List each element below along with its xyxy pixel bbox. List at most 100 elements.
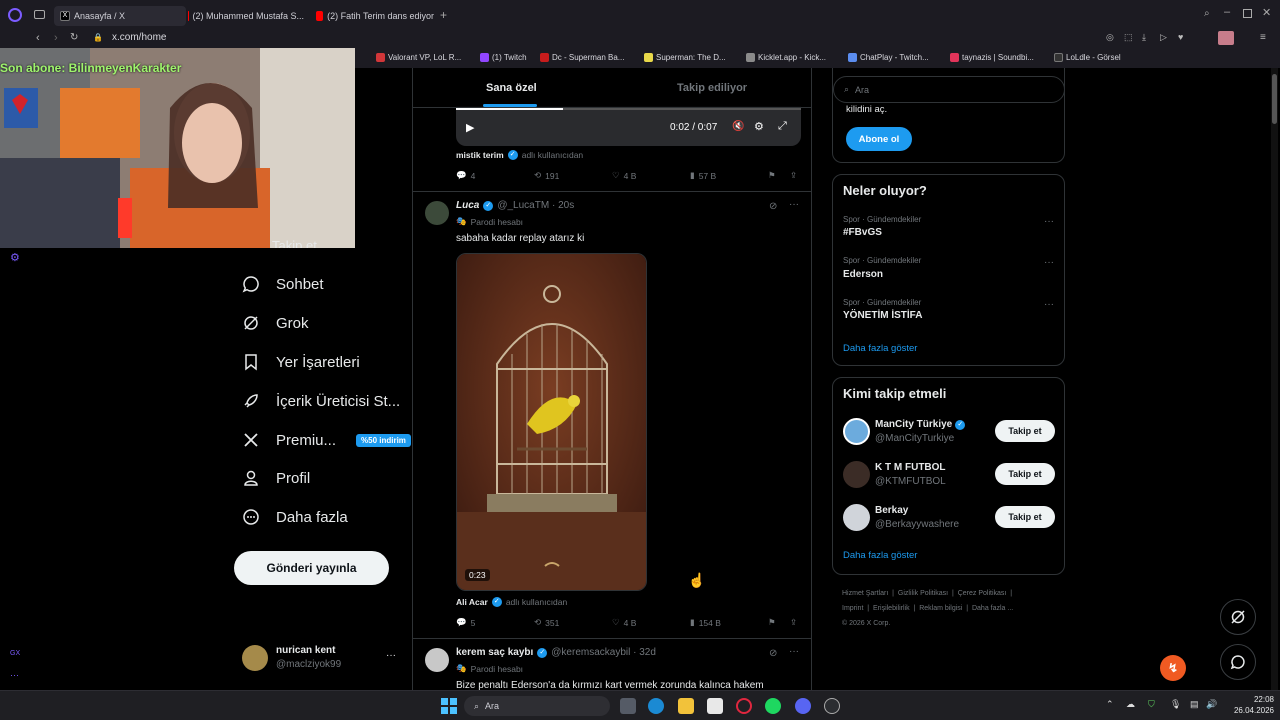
extensions-icon[interactable]: ◎ xyxy=(1106,32,1114,43)
screenshot-icon[interactable]: ⬚ xyxy=(1124,32,1133,43)
tweet-video[interactable]: 0:23 xyxy=(456,253,647,591)
trend-name[interactable]: Ederson xyxy=(843,269,883,280)
tab-search-icon[interactable]: ⌕ xyxy=(1204,8,1210,19)
back-icon[interactable]: ‹ xyxy=(36,32,40,44)
author-handle-time[interactable]: @_LucaTM · 20s xyxy=(497,200,574,211)
spotify-icon[interactable] xyxy=(765,698,781,714)
scrollbar-thumb[interactable] xyxy=(1272,74,1277,124)
more-dots-icon[interactable]: ··· xyxy=(386,650,396,661)
footer-link[interactable]: Çerez Politikası xyxy=(958,590,1007,597)
system-clock[interactable]: 22:08 26.04.2026 xyxy=(1224,694,1274,716)
search-input[interactable]: ⌕ Ara xyxy=(833,76,1065,103)
steam-icon[interactable] xyxy=(824,698,840,714)
store-icon[interactable] xyxy=(707,698,723,714)
video-player[interactable]: ▶ 0:02 / 0:07 🔇 ⚙ ⤢ xyxy=(456,106,801,146)
task-view-icon[interactable] xyxy=(620,698,636,714)
nav-item-creator-studio[interactable]: İçerik Üreticisi St... xyxy=(240,386,400,416)
footer-link[interactable]: Daha fazla ... xyxy=(972,605,1013,612)
avatar[interactable] xyxy=(843,461,870,488)
file-explorer-icon[interactable] xyxy=(678,698,694,714)
follow-button[interactable]: Takip et xyxy=(995,420,1055,442)
nav-item-chat[interactable]: Sohbet xyxy=(240,269,324,299)
mute-icon[interactable]: 🔇 xyxy=(732,121,744,132)
windows-start-icon[interactable] xyxy=(441,698,457,714)
notification-fab-icon[interactable]: ↯ xyxy=(1160,655,1186,681)
bookmark-item[interactable]: Valorant VP, LoL R... xyxy=(376,53,461,62)
video-progress-track[interactable] xyxy=(456,108,801,110)
settings-icon[interactable]: ⚙ xyxy=(754,120,764,133)
tab-following[interactable]: Takip ediliyor xyxy=(677,82,747,94)
tab-youtube-1[interactable]: (2) Muhammed Mustafa S... xyxy=(188,6,304,26)
bookmark-button[interactable]: ⚑ xyxy=(768,617,776,628)
tab-youtube-2[interactable]: (2) Fatih Terim dans ediyor xyxy=(316,6,434,26)
volume-icon[interactable]: 🔊 xyxy=(1206,699,1217,710)
like-button[interactable]: ♡ 4 B xyxy=(612,170,636,181)
trend-name[interactable]: YÖNETİM İSTİFA xyxy=(843,310,922,321)
share-button[interactable]: ⇪ xyxy=(790,170,797,181)
author-handle-time[interactable]: @keremsackaybil · 32d xyxy=(551,647,656,658)
grok-floating-button[interactable] xyxy=(1220,599,1256,635)
nav-item-profile[interactable]: Profil xyxy=(240,463,310,493)
avatar[interactable] xyxy=(425,648,449,672)
reply-button[interactable]: 💬 4 xyxy=(456,170,475,181)
like-button[interactable]: ♡ 4 B xyxy=(612,617,636,628)
tab-for-you[interactable]: Sana özel xyxy=(486,82,537,94)
heart-icon[interactable]: ♥ xyxy=(1178,32,1183,42)
more-dots-icon[interactable]: ··· xyxy=(789,646,799,657)
subscribe-button[interactable]: Abone ol xyxy=(846,127,912,151)
tray-shield-icon[interactable]: ⛉ xyxy=(1148,699,1155,710)
maximize-button[interactable] xyxy=(1243,9,1252,18)
suggestion-name[interactable]: Berkay xyxy=(875,505,908,516)
reply-button[interactable]: 💬 5 xyxy=(456,617,475,628)
trend-name[interactable]: #FBvGS xyxy=(843,227,882,238)
footer-link[interactable]: Erişilebilirlik xyxy=(873,605,910,612)
source-name[interactable]: Ali Acar xyxy=(456,597,488,607)
more-dots-icon[interactable]: ··· xyxy=(1044,216,1054,227)
bookmark-button[interactable]: ⚑ xyxy=(768,170,776,181)
follow-button[interactable]: Takip et xyxy=(995,506,1055,528)
nav-partial-follow[interactable]: Takip et xyxy=(272,238,317,248)
close-button[interactable]: ✕ xyxy=(1262,6,1271,19)
taskbar-search[interactable]: ⌕ Ara xyxy=(464,696,610,716)
discord-icon[interactable] xyxy=(795,698,811,714)
views-button[interactable]: ▮ 154 B xyxy=(690,617,721,628)
grok-explain-icon[interactable]: ⊘ xyxy=(769,648,777,659)
repost-button[interactable]: ⟲ 351 xyxy=(534,617,559,628)
account-switcher[interactable]: nurican kent @maclziyok99 ··· xyxy=(240,642,405,676)
suggestion-name[interactable]: ManCity Türkiye xyxy=(875,419,952,430)
bookmark-item[interactable]: Dc - Superman Ba... xyxy=(540,53,624,62)
author-name[interactable]: kerem saç kaybı xyxy=(456,647,533,658)
post-button[interactable]: Gönderi yayınla xyxy=(234,551,389,585)
new-tab-button[interactable]: + xyxy=(440,8,447,22)
gx-label[interactable]: GX xyxy=(10,650,20,657)
show-more-link[interactable]: Daha fazla göster xyxy=(843,343,917,354)
views-button[interactable]: ▮ 57 B xyxy=(690,170,716,181)
fullscreen-icon[interactable]: ⤢ xyxy=(778,120,787,133)
url-text[interactable]: x.com/home xyxy=(112,32,166,43)
grok-explain-icon[interactable]: ⊘ xyxy=(769,201,777,212)
avatar[interactable] xyxy=(843,418,870,445)
footer-link[interactable]: Hizmet Şartları xyxy=(842,590,888,597)
bookmark-item[interactable]: (1) Twitch xyxy=(480,53,527,62)
player-icon[interactable]: ▷ xyxy=(1160,32,1167,43)
minimize-button[interactable]: – xyxy=(1224,6,1230,18)
source-name[interactable]: mistik terim xyxy=(456,150,504,160)
nav-item-premium[interactable]: Premiu... %50 indirim xyxy=(240,425,411,455)
menu-icon[interactable]: ≡ xyxy=(1260,32,1266,43)
avatar[interactable] xyxy=(425,201,449,225)
play-icon[interactable]: ▶ xyxy=(466,121,474,134)
download-icon[interactable]: ⤓ xyxy=(1142,32,1146,43)
footer-link[interactable]: Gizlilik Politikası xyxy=(898,590,948,597)
nav-item-grok[interactable]: Grok xyxy=(240,308,309,338)
scrollbar[interactable] xyxy=(1271,68,1278,690)
tray-app-icon[interactable]: ☁ xyxy=(1126,699,1135,710)
bookmark-item[interactable]: ChatPlay - Twitch... xyxy=(848,53,929,62)
bookmark-item[interactable]: Kicklet.app - Kick... xyxy=(746,53,826,62)
more-icon[interactable]: ··· xyxy=(10,670,19,680)
edge-icon[interactable] xyxy=(648,698,664,714)
share-button[interactable]: ⇪ xyxy=(790,617,797,628)
network-icon[interactable]: ▤ xyxy=(1190,699,1199,710)
repost-button[interactable]: ⟲ 191 xyxy=(534,170,559,181)
tab-x-home[interactable]: X Anasayfa / X xyxy=(54,6,186,26)
more-dots-icon[interactable]: ··· xyxy=(789,199,799,210)
